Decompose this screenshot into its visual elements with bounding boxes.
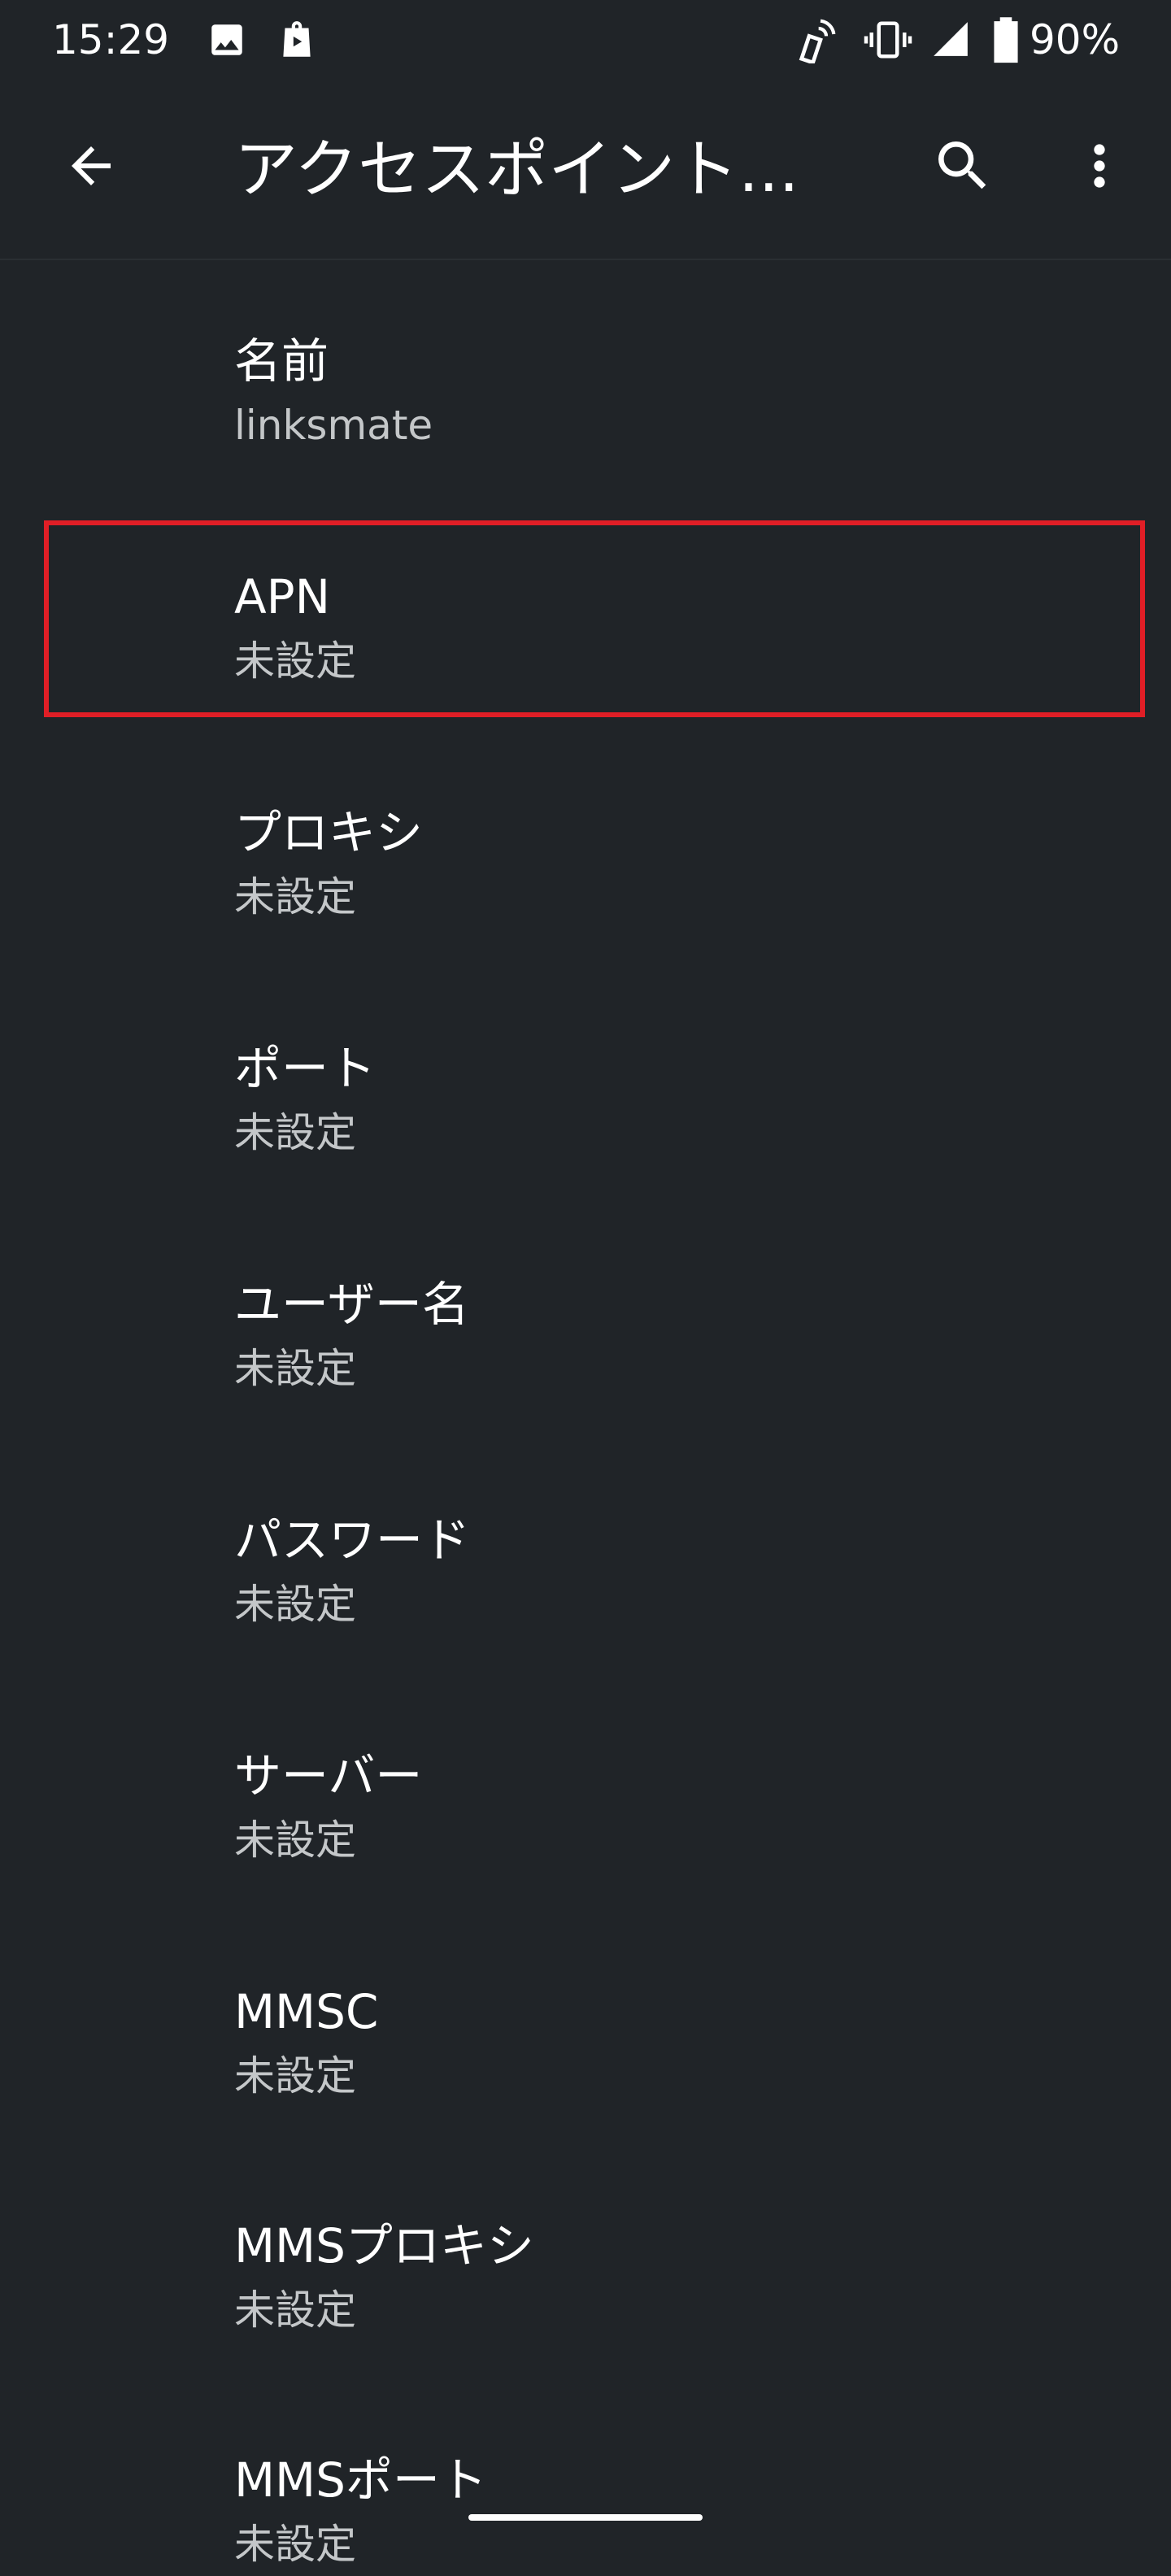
pref-username[interactable]: ユーザー名 未設定 (0, 1218, 1171, 1454)
pref-mms-port[interactable]: MMSポート 未設定 (0, 2394, 1171, 2576)
signal-icon (934, 22, 968, 56)
pref-title: ユーザー名 (234, 1277, 469, 1332)
status-time: 15:29 (52, 16, 170, 63)
pref-summary: 未設定 (234, 873, 356, 920)
pref-proxy[interactable]: プロキシ 未設定 (0, 746, 1171, 982)
app-bar: アクセスポイント... (0, 89, 1171, 259)
pref-name[interactable]: 名前 linksmate (0, 275, 1171, 511)
pref-summary: linksmate (234, 402, 433, 449)
pref-summary: 未設定 (234, 2287, 356, 2334)
pref-summary: 未設定 (234, 1581, 356, 1628)
pref-mmsc[interactable]: MMSC 未設定 (0, 1925, 1171, 2161)
pref-title: MMSC (234, 1984, 379, 2039)
more-vert-icon (1094, 144, 1105, 188)
pref-title: MMSポート (234, 2452, 487, 2508)
search-icon (938, 141, 986, 189)
vibrate-icon (864, 21, 912, 59)
pref-password[interactable]: パスワード 未設定 (0, 1454, 1171, 1690)
pref-title: 名前 (234, 333, 329, 389)
image-icon (211, 24, 242, 55)
pref-summary: 未設定 (234, 1345, 356, 1392)
gesture-nav-handle[interactable] (468, 2514, 703, 2521)
app-bar-divider (0, 259, 1171, 260)
shopping-bag-icon (283, 21, 311, 57)
pref-title: MMSプロキシ (234, 2218, 534, 2274)
back-arrow-icon (72, 146, 111, 185)
pref-server[interactable]: サーバー 未設定 (0, 1690, 1171, 1925)
status-bar: 15:29 90% (0, 0, 1171, 81)
nfc-icon (799, 19, 836, 63)
pref-title: プロキシ (234, 805, 424, 860)
battery-icon (994, 17, 1018, 63)
pref-mms-proxy[interactable]: MMSプロキシ 未設定 (0, 2160, 1171, 2395)
battery-percent: 90% (1030, 16, 1121, 63)
more-options-button[interactable] (1054, 120, 1145, 211)
pref-summary: 未設定 (234, 2052, 356, 2100)
pref-title: パスワード (234, 1512, 471, 1568)
pref-title: ポート (234, 1041, 377, 1096)
pref-summary: 未設定 (234, 1817, 356, 1864)
page-title: アクセスポイント... (234, 133, 799, 207)
pref-title: サーバー (234, 1748, 423, 1804)
pref-summary: 未設定 (234, 2521, 356, 2568)
back-button[interactable] (46, 120, 137, 211)
pref-port[interactable]: ポート 未設定 (0, 982, 1171, 1218)
highlight-box (44, 520, 1145, 717)
pref-summary: 未設定 (234, 1109, 356, 1156)
search-button[interactable] (917, 120, 1008, 211)
